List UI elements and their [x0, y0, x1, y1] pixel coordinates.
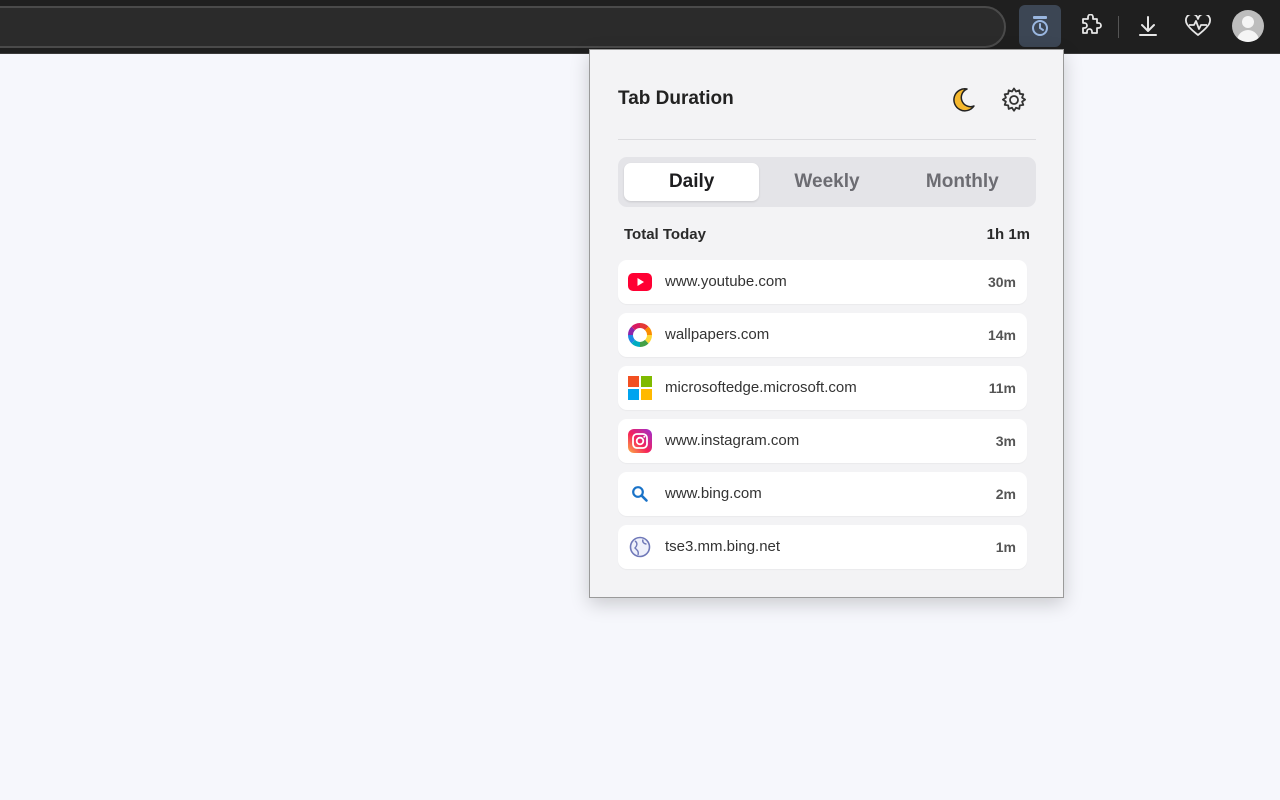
tab-weekly[interactable]: Weekly: [759, 163, 894, 201]
period-tabs: Daily Weekly Monthly: [618, 157, 1036, 207]
globe-icon: [628, 535, 652, 559]
tab-monthly[interactable]: Monthly: [895, 163, 1030, 201]
youtube-icon: [628, 270, 652, 294]
instagram-icon: [628, 429, 652, 453]
browser-toolbar: [0, 0, 1280, 54]
popup-title: Tab Duration: [618, 88, 734, 109]
total-value: 1h 1m: [986, 226, 1030, 243]
bing-search-icon: [628, 482, 652, 506]
site-time: 11m: [988, 380, 1016, 396]
site-name: www.bing.com: [665, 485, 762, 502]
site-time: 2m: [995, 486, 1016, 502]
wallpapers-icon: [628, 323, 652, 347]
download-icon[interactable]: [1127, 5, 1169, 47]
site-time: 1m: [995, 539, 1016, 555]
total-label: Total Today: [624, 226, 706, 243]
site-list: www.youtube.com 30m wallpapers.com 14m m…: [618, 260, 1027, 578]
extensions-puzzle-icon[interactable]: [1070, 5, 1112, 47]
site-name: tse3.mm.bing.net: [665, 538, 781, 555]
moon-icon[interactable]: [949, 86, 977, 114]
site-time: 14m: [987, 327, 1016, 343]
tab-duration-extension-icon[interactable]: [1019, 5, 1061, 47]
toolbar-separator: [1118, 16, 1119, 38]
address-bar[interactable]: [0, 6, 1006, 48]
site-time: 30m: [987, 274, 1016, 290]
tab-daily[interactable]: Daily: [624, 163, 760, 201]
site-row-instagram[interactable]: www.instagram.com 3m: [618, 419, 1027, 463]
site-row-bing[interactable]: www.bing.com 2m: [618, 472, 1027, 516]
site-name: microsoftedge.microsoft.com: [665, 379, 857, 396]
site-row-youtube[interactable]: www.youtube.com 30m: [618, 260, 1027, 304]
health-heart-icon[interactable]: [1177, 5, 1219, 47]
header-divider: [618, 139, 1036, 140]
site-name: www.instagram.com: [665, 432, 800, 449]
site-name: wallpapers.com: [665, 326, 770, 343]
site-row-microsoftedge[interactable]: microsoftedge.microsoft.com 11m: [618, 366, 1027, 410]
site-row-wallpapers[interactable]: wallpapers.com 14m: [618, 313, 1027, 357]
site-time: 3m: [995, 433, 1016, 449]
microsoft-icon: [628, 376, 652, 400]
profile-avatar-icon[interactable]: [1227, 5, 1269, 47]
gear-icon[interactable]: [1000, 86, 1028, 114]
site-row-tse3-bing[interactable]: tse3.mm.bing.net 1m: [618, 525, 1027, 569]
site-name: www.youtube.com: [665, 273, 787, 290]
tab-duration-popup: Tab Duration Daily Weekly Monthly Total …: [589, 49, 1064, 598]
